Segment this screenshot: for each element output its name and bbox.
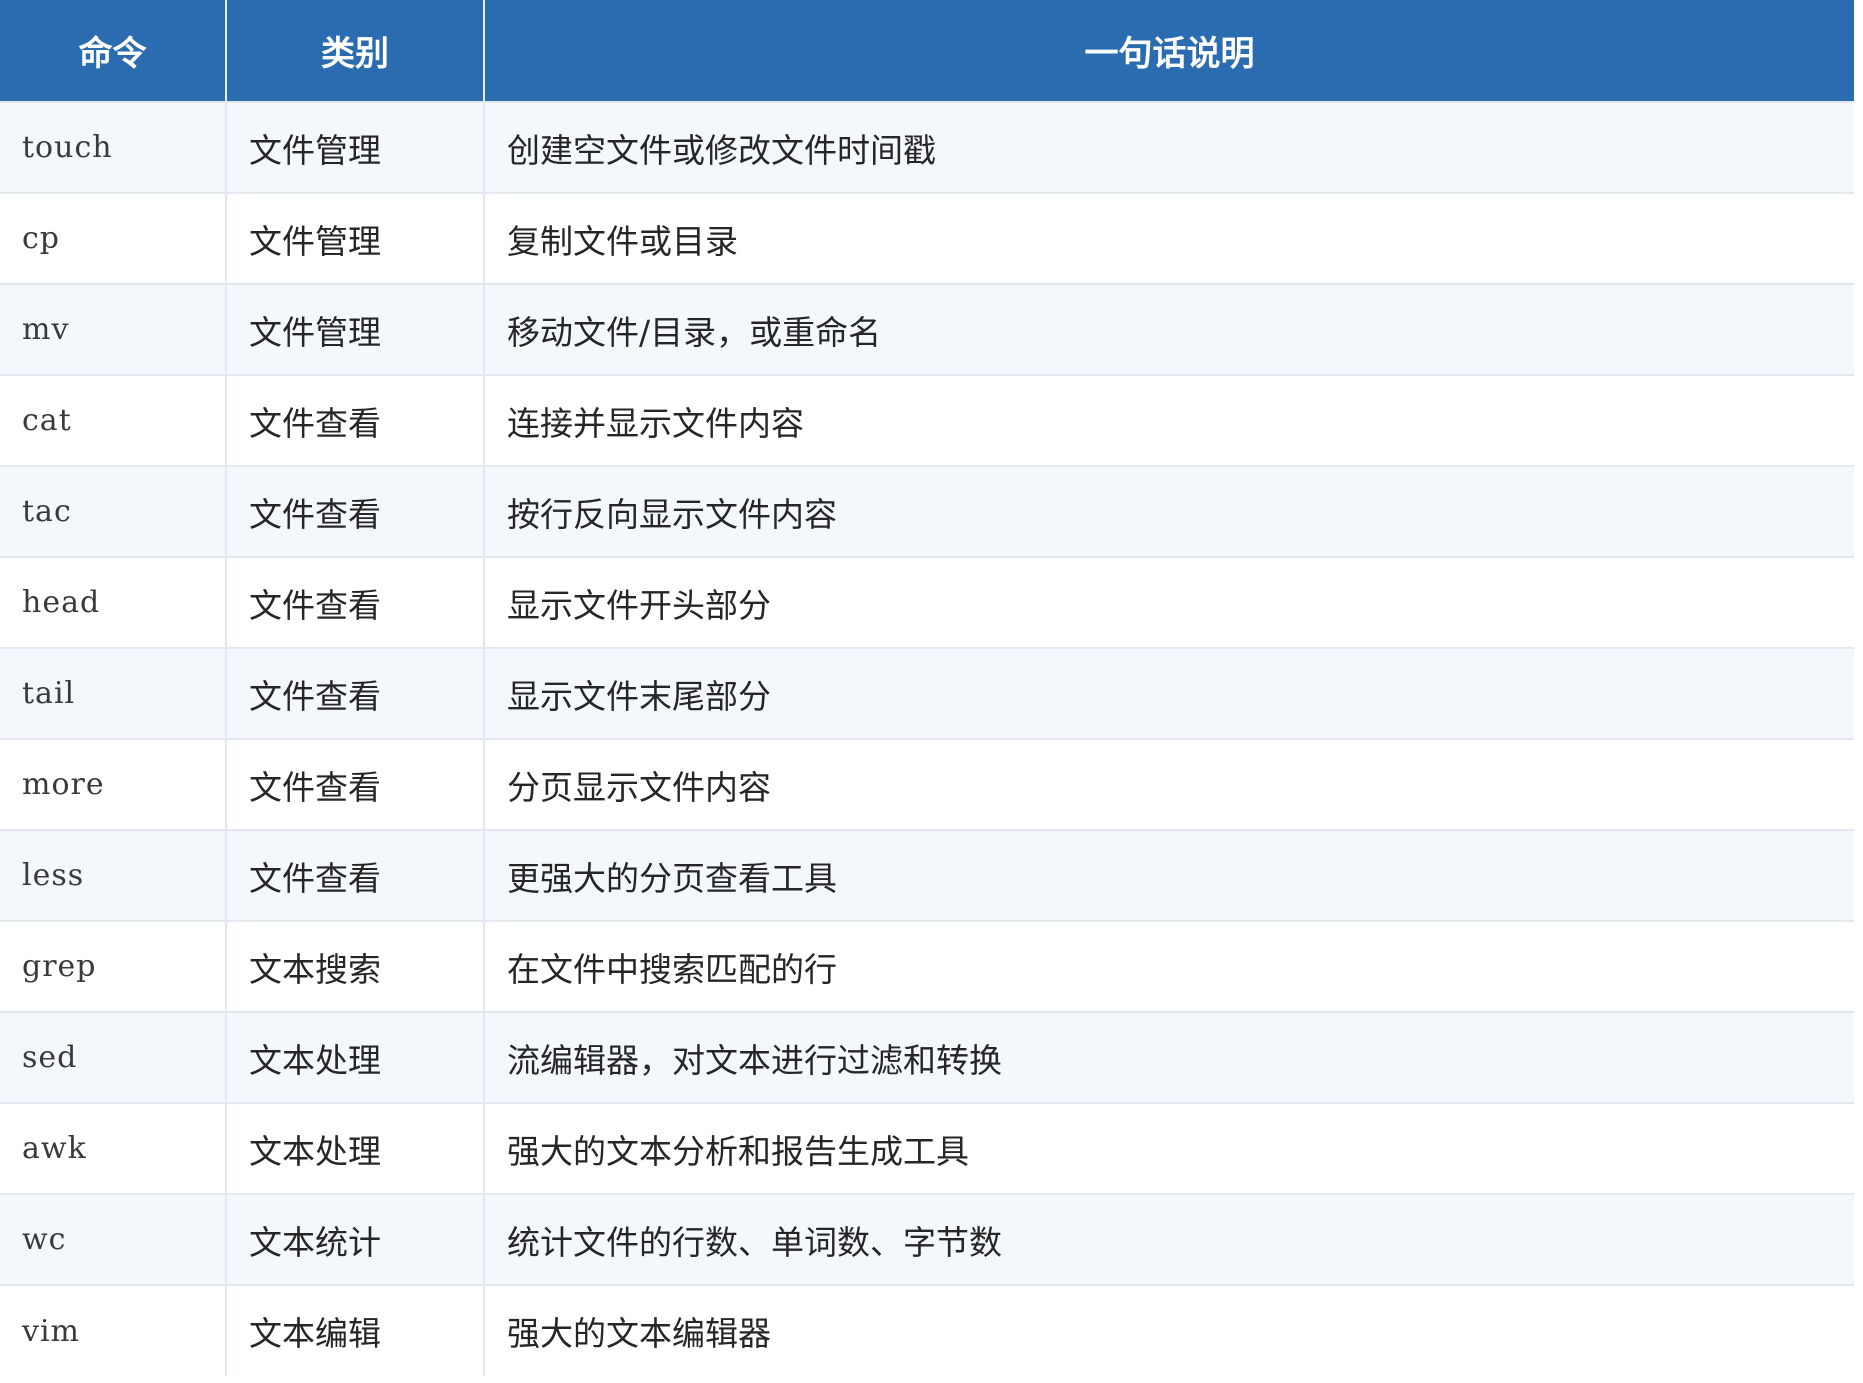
table-row: sed 文本处理 流编辑器，对文本进行过滤和转换 <box>0 1011 1854 1103</box>
description-cell: 移动文件/目录，或重命名 <box>484 283 1854 375</box>
command-cell: vim <box>0 1284 227 1376</box>
command-cell: more <box>0 738 227 830</box>
category-cell: 文件管理 <box>226 192 485 284</box>
category-cell: 文本处理 <box>226 1011 485 1103</box>
header-description: 一句话说明 <box>484 0 1854 102</box>
description-cell: 强大的文本分析和报告生成工具 <box>484 1102 1854 1194</box>
description-cell: 连接并显示文件内容 <box>484 374 1854 466</box>
description-cell: 创建空文件或修改文件时间戳 <box>484 101 1854 193</box>
table-row: cat 文件查看 连接并显示文件内容 <box>0 374 1854 466</box>
category-cell: 文件查看 <box>226 829 485 921</box>
description-cell: 显示文件末尾部分 <box>484 647 1854 739</box>
command-cell: wc <box>0 1193 227 1285</box>
category-cell: 文件查看 <box>226 556 485 648</box>
description-cell: 复制文件或目录 <box>484 192 1854 284</box>
command-cell: cat <box>0 374 227 466</box>
table-row: tac 文件查看 按行反向显示文件内容 <box>0 465 1854 557</box>
header-command: 命令 <box>0 0 227 102</box>
description-cell: 按行反向显示文件内容 <box>484 465 1854 557</box>
category-cell: 文件查看 <box>226 374 485 466</box>
table-header: 命令 类别 一句话说明 <box>0 0 1854 102</box>
category-cell: 文件管理 <box>226 101 485 193</box>
category-cell: 文件查看 <box>226 738 485 830</box>
description-cell: 流编辑器，对文本进行过滤和转换 <box>484 1011 1854 1103</box>
description-cell: 更强大的分页查看工具 <box>484 829 1854 921</box>
table-row: tail 文件查看 显示文件末尾部分 <box>0 647 1854 739</box>
command-table: 命令 类别 一句话说明 touch 文件管理 创建空文件或修改文件时间戳 cp 文件管理… <box>0 0 1854 1376</box>
command-cell: cp <box>0 192 227 284</box>
category-cell: 文本处理 <box>226 1102 485 1194</box>
description-cell: 在文件中搜索匹配的行 <box>484 920 1854 1012</box>
category-cell: 文件查看 <box>226 647 485 739</box>
page: 命令 类别 一句话说明 touch 文件管理 创建空文件或修改文件时间戳 cp 文件管理… <box>0 0 1863 1383</box>
category-cell: 文本搜索 <box>226 920 485 1012</box>
description-cell: 显示文件开头部分 <box>484 556 1854 648</box>
command-cell: head <box>0 556 227 648</box>
table-row: less 文件查看 更强大的分页查看工具 <box>0 829 1854 921</box>
header-row: 命令 类别 一句话说明 <box>0 0 1854 102</box>
description-cell: 分页显示文件内容 <box>484 738 1854 830</box>
command-cell: grep <box>0 920 227 1012</box>
table-body: touch 文件管理 创建空文件或修改文件时间戳 cp 文件管理 复制文件或目录 mv 文件管… <box>0 101 1854 1376</box>
table-row: cp 文件管理 复制文件或目录 <box>0 192 1854 284</box>
table-row: vim 文本编辑 强大的文本编辑器 <box>0 1284 1854 1376</box>
table-row: awk 文本处理 强大的文本分析和报告生成工具 <box>0 1102 1854 1194</box>
table-row: mv 文件管理 移动文件/目录，或重命名 <box>0 283 1854 375</box>
header-category: 类别 <box>226 0 485 102</box>
command-cell: awk <box>0 1102 227 1194</box>
command-cell: tail <box>0 647 227 739</box>
description-cell: 统计文件的行数、单词数、字节数 <box>484 1193 1854 1285</box>
table-row: grep 文本搜索 在文件中搜索匹配的行 <box>0 920 1854 1012</box>
table-row: touch 文件管理 创建空文件或修改文件时间戳 <box>0 101 1854 193</box>
command-cell: less <box>0 829 227 921</box>
command-cell: sed <box>0 1011 227 1103</box>
category-cell: 文本编辑 <box>226 1284 485 1376</box>
command-cell: tac <box>0 465 227 557</box>
category-cell: 文件查看 <box>226 465 485 557</box>
command-cell: touch <box>0 101 227 193</box>
table-row: wc 文本统计 统计文件的行数、单词数、字节数 <box>0 1193 1854 1285</box>
description-cell: 强大的文本编辑器 <box>484 1284 1854 1376</box>
table-row: more 文件查看 分页显示文件内容 <box>0 738 1854 830</box>
table-row: head 文件查看 显示文件开头部分 <box>0 556 1854 648</box>
category-cell: 文本统计 <box>226 1193 485 1285</box>
category-cell: 文件管理 <box>226 283 485 375</box>
command-cell: mv <box>0 283 227 375</box>
